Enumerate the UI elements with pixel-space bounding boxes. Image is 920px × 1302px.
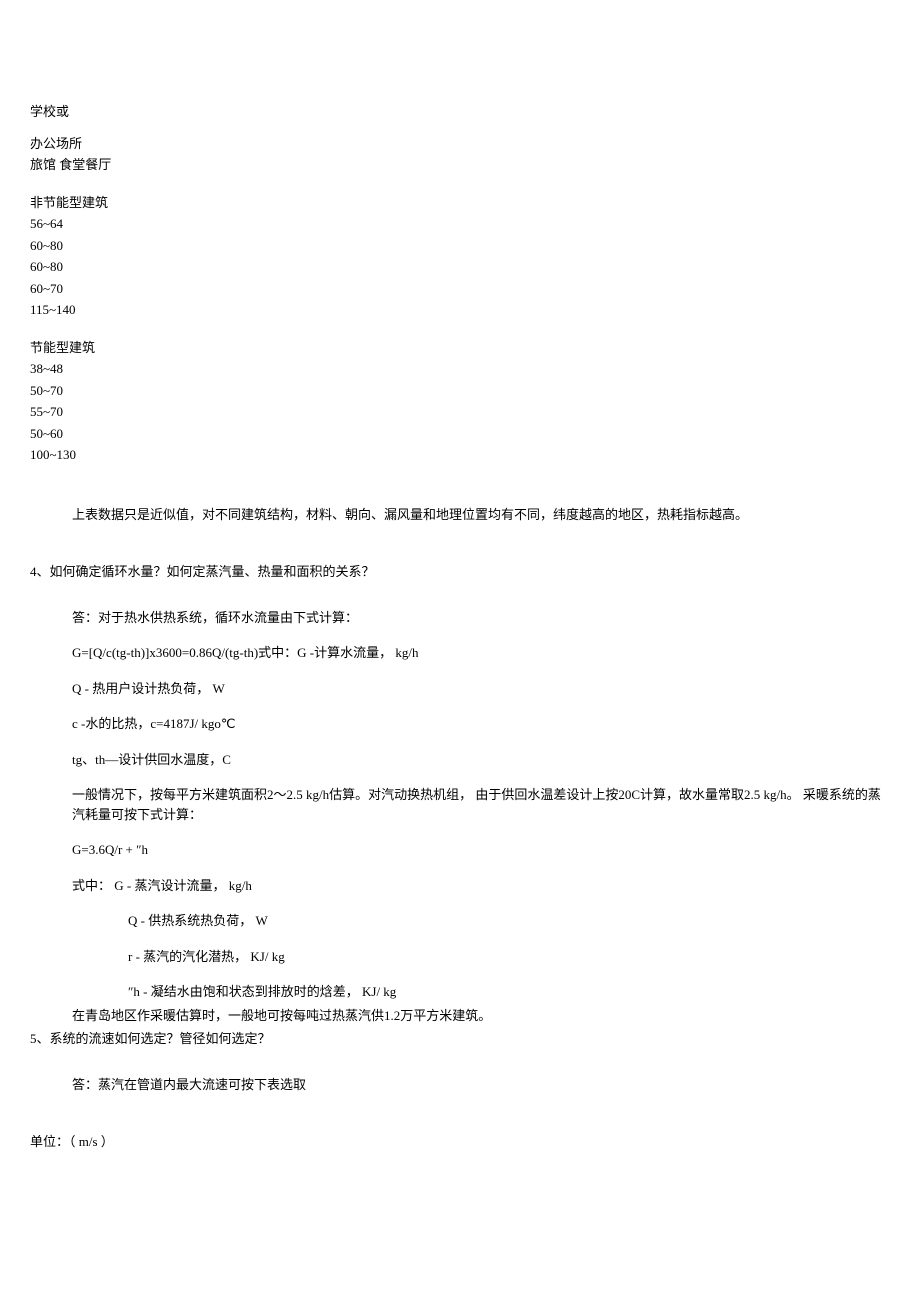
q4-answer-line-11: ″h - 凝结水由饱和状态到排放时的焓差， KJ/ kg: [30, 982, 890, 1002]
q4-answer-line-9: Q - 供热系统热负荷， W: [30, 911, 890, 931]
q4-answer-line-5: tg、th—设计供回水温度，C: [30, 750, 890, 770]
section1-value-3: 60~80: [30, 257, 890, 277]
table-note: 上表数据只是近似值，对不同建筑结构，材料、朝向、漏风量和地理位置均有不同，纬度越…: [30, 505, 890, 525]
section2-value-5: 100~130: [30, 445, 890, 465]
q4-answer-line-10: r - 蒸汽的汽化潜热， KJ/ kg: [30, 947, 890, 967]
header-line-3: 旅馆 食堂餐厅: [30, 155, 890, 175]
section2-value-1: 38~48: [30, 359, 890, 379]
section1-value-1: 56~64: [30, 214, 890, 234]
section2-value-2: 50~70: [30, 381, 890, 401]
section1-title: 非节能型建筑: [30, 193, 890, 213]
q5-answer-line-1: 答：蒸汽在管道内最大流速可按下表选取: [30, 1075, 890, 1095]
header-line-1: 学校或: [30, 102, 890, 122]
header-line-2: 办公场所: [30, 134, 890, 154]
section2-value-3: 55~70: [30, 402, 890, 422]
q4-answer-line-1: 答：对于热水供热系统，循环水流量由下式计算：: [30, 608, 890, 628]
q4-answer-line-4: c -水的比热，c=4187J/ kgo℃: [30, 714, 890, 734]
section1-value-2: 60~80: [30, 236, 890, 256]
q4-answer-line-12: 在青岛地区作采暖估算时，一般地可按每吨过热蒸汽供1.2万平方米建筑。: [30, 1006, 890, 1026]
section1-value-5: 115~140: [30, 300, 890, 320]
question-5-title: 5、系统的流速如何选定？管径如何选定？: [30, 1029, 890, 1049]
question-4-title: 4、如何确定循环水量？如何定蒸汽量、热量和面积的关系？: [30, 562, 890, 582]
section2-value-4: 50~60: [30, 424, 890, 444]
q4-answer-line-2: G=[Q/c(tg-th)]x3600=0.86Q/(tg-th)式中：G -计…: [30, 643, 890, 663]
q4-answer-line-7: G=3.6Q/r + ″h: [30, 840, 890, 860]
section1-value-4: 60~70: [30, 279, 890, 299]
section2-title: 节能型建筑: [30, 338, 890, 358]
q4-answer-line-3: Q - 热用户设计热负荷， W: [30, 679, 890, 699]
q4-answer-line-8: 式中： G - 蒸汽设计流量， kg/h: [30, 876, 890, 896]
q5-unit-label: 单位：（ m/s ）: [30, 1132, 890, 1152]
q4-answer-line-6: 一般情况下，按每平方米建筑面积2〜2.5 kg/h估算。对汽动换热机组， 由于供…: [30, 785, 890, 824]
